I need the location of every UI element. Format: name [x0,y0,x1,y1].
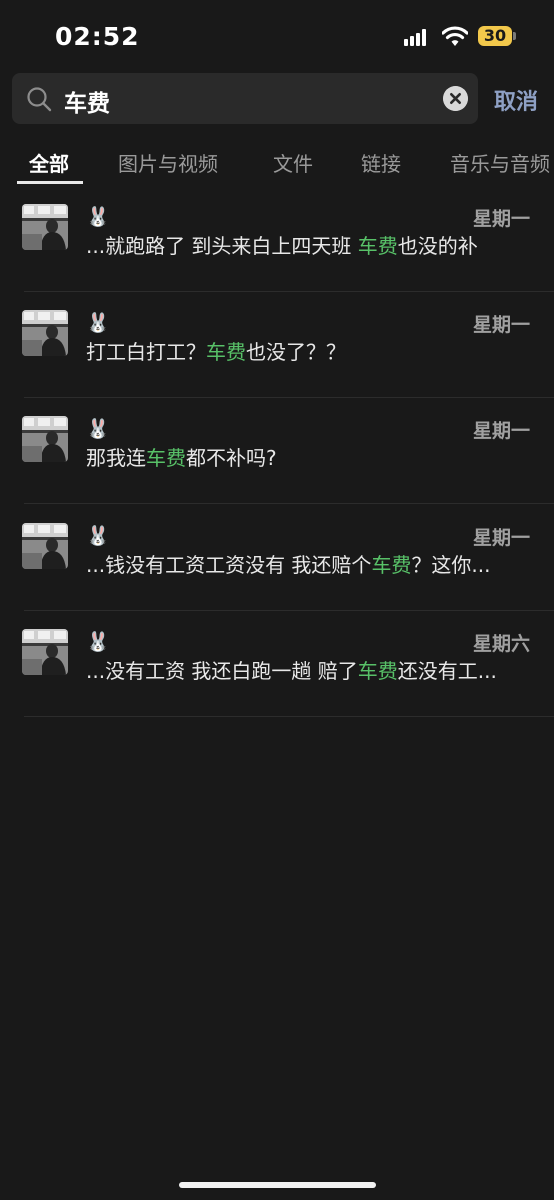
message-date: 星期一 [472,314,530,336]
snippet-text-after: ？这你... [411,553,491,577]
sender-name: 🐰 [86,525,110,547]
tab-all[interactable]: 全部 [29,148,69,177]
search-result-item[interactable]: 🐰 星期六 ...没有工资 我还白跑一趟 赔了车费还没有工... [0,611,554,717]
battery-indicator: 30 [478,26,512,46]
sender-name: 🐰 [86,206,110,228]
cellular-signal-icon [404,28,432,46]
snippet-text-after: 也没的补 [397,234,478,258]
search-result-item[interactable]: 🐰 星期一 ...钱没有工资工资没有 我还赔个车费？这你... [0,505,554,611]
avatar [22,204,68,250]
search-result-item[interactable]: 🐰 星期一 那我连车费都不补吗? [0,398,554,504]
avatar [22,523,68,569]
snippet-keyword: 车费 [357,659,398,683]
message-snippet: ...没有工资 我还白跑一趟 赔了车费还没有工... [86,655,536,684]
battery-tip [513,32,516,40]
snippet-text-after: 也没了？？ [246,340,346,364]
snippet-keyword: 车费 [206,340,246,364]
snippet-text-before: 那我连 [86,446,146,470]
avatar [22,416,68,462]
avatar [22,629,68,675]
snippet-text-after: 还没有工... [397,659,497,683]
message-snippet: 那我连车费都不补吗? [86,442,536,471]
snippet-keyword: 车费 [146,446,186,470]
message-date: 星期一 [472,208,530,230]
tab-links[interactable]: 链接 [361,148,401,177]
snippet-text-after: 都不补吗? [186,446,277,470]
message-snippet: 打工白打工？车费也没了？？ [86,336,536,365]
sender-name: 🐰 [86,418,110,440]
message-date: 星期六 [472,633,530,655]
message-snippet: ...就跑路了 到头来白上四天班 车费也没的补 [86,230,536,259]
sender-name: 🐰 [86,312,110,334]
snippet-text-before: ...没有工资 我还白跑一趟 赔了 [86,659,358,683]
cancel-button[interactable]: 取消 [494,84,538,116]
message-date: 星期一 [472,420,530,442]
search-icon [27,87,52,112]
status-bar: 02:52 30 [0,0,554,70]
sender-name: 🐰 [86,631,110,653]
avatar [22,310,68,356]
message-snippet: ...钱没有工资工资没有 我还赔个车费？这你... [86,549,536,578]
home-indicator[interactable] [179,1182,376,1188]
status-time: 02:52 [55,22,140,51]
snippet-text-before: 打工白打工？ [86,340,206,364]
search-result-item[interactable]: 🐰 星期一 打工白打工？车费也没了？？ [0,292,554,398]
tab-images-videos[interactable]: 图片与视频 [118,148,218,177]
message-date: 星期一 [472,527,530,549]
snippet-keyword: 车费 [357,234,398,258]
search-input[interactable]: 车费 [64,84,110,118]
tab-bar: 全部 图片与视频 文件 链接 音乐与音频 [0,140,554,186]
clear-icon[interactable] [443,86,468,111]
search-result-item[interactable]: 🐰 星期一 ...就跑路了 到头来白上四天班 车费也没的补 [0,186,554,292]
search-bar[interactable]: 车费 [12,73,478,124]
tab-files[interactable]: 文件 [273,148,313,177]
snippet-text-before: ...钱没有工资工资没有 我还赔个 [86,553,372,577]
wifi-icon [442,26,468,46]
active-tab-indicator [17,181,83,184]
snippet-keyword: 车费 [371,553,412,577]
snippet-text-before: ...就跑路了 到头来白上四天班 [86,234,358,258]
tab-music-audio[interactable]: 音乐与音频 [450,148,550,177]
divider [24,716,554,717]
divider [24,503,554,504]
